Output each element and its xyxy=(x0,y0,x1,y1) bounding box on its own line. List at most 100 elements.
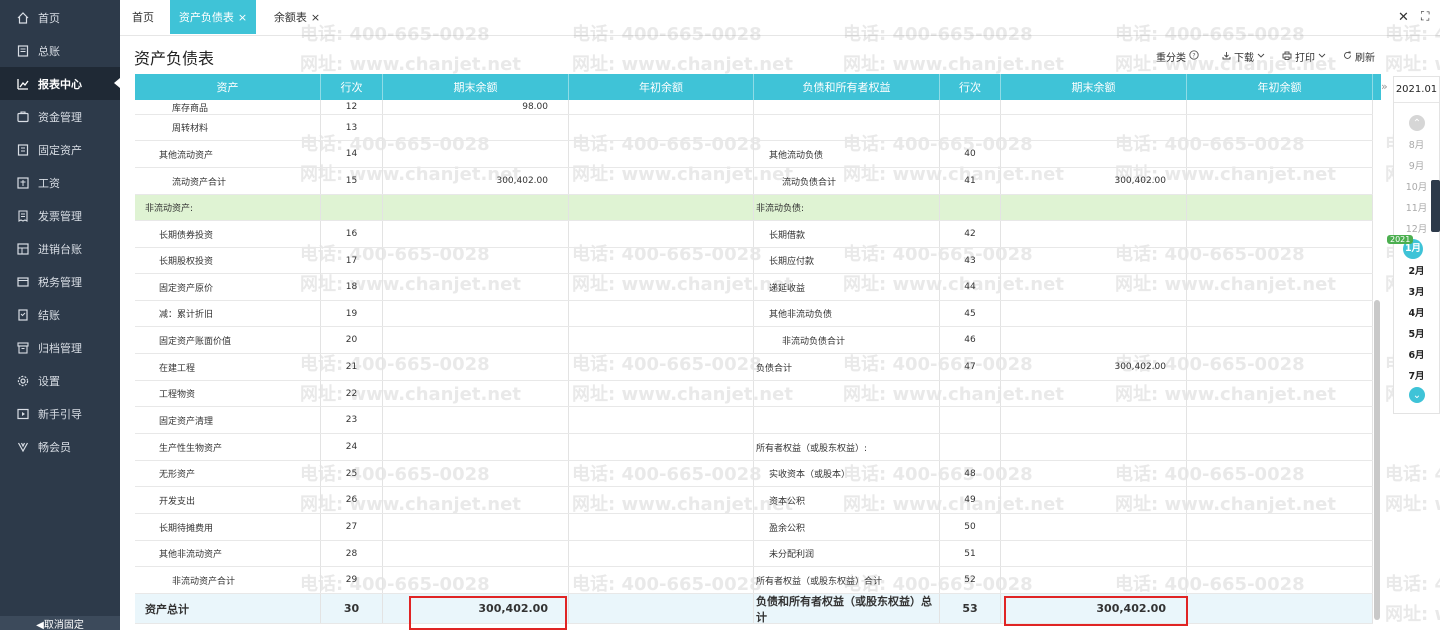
sidebar-item-label: 畅会员 xyxy=(38,440,71,454)
unpin-sidebar-button[interactable]: ◀取消固定 xyxy=(0,616,120,630)
table-cell xyxy=(1187,434,1373,460)
close-icon[interactable]: ✕ xyxy=(1398,10,1409,25)
month-item[interactable]: 3月 xyxy=(1394,284,1439,298)
sidebar-item[interactable]: 报表中心 xyxy=(0,67,120,100)
table-cell: 固定资产原价 xyxy=(135,274,321,300)
table-row[interactable]: 固定资产清理 23 xyxy=(135,407,1373,434)
table-row[interactable]: 长期股权投资 17 长期应付款 43 xyxy=(135,248,1373,274)
table-cell xyxy=(383,221,569,247)
table-cell xyxy=(1187,461,1373,486)
column-header[interactable]: 期末余额 xyxy=(1001,74,1187,100)
sidebar-item[interactable]: 资金管理 xyxy=(0,100,120,133)
table-row[interactable]: 开发支出 26 资本公积 49 xyxy=(135,487,1373,514)
table-row[interactable]: 固定资产原价 18 递延收益 44 xyxy=(135,274,1373,301)
table-row[interactable]: 减：累计折旧 19 其他非流动负债 45 xyxy=(135,301,1373,327)
column-header[interactable]: 行次 xyxy=(321,74,383,100)
table-row[interactable]: 在建工程 21 负债合计 47 300,402.00 xyxy=(135,354,1373,381)
table-cell: 300,402.00 xyxy=(1001,354,1187,380)
column-header[interactable]: 年初余额 xyxy=(569,74,754,100)
tab-home[interactable]: 首页 xyxy=(120,0,166,34)
vertical-scrollbar[interactable] xyxy=(1374,300,1380,620)
table-row[interactable]: 非流动资产合计 29 所有者权益（或股东权益）合计 52 xyxy=(135,567,1373,594)
tab-label: 资产负债表 xyxy=(178,11,234,24)
table-cell xyxy=(1001,434,1187,460)
highlight-box xyxy=(409,596,567,630)
table-row[interactable]: 其他流动资产 14 其他流动负债 40 xyxy=(135,141,1373,168)
help-icon: ? xyxy=(1189,50,1199,63)
sidebar-item[interactable]: 设置 xyxy=(0,364,120,397)
month-item[interactable]: 5月 xyxy=(1394,326,1439,340)
print-button[interactable]: 打印 xyxy=(1282,49,1326,64)
table-cell: 48 xyxy=(940,461,1001,486)
sidebar-item[interactable]: 发票管理 xyxy=(0,199,120,232)
download-button[interactable]: 下载 xyxy=(1222,49,1265,64)
sidebar-item[interactable]: 税务管理 xyxy=(0,265,120,298)
table-row[interactable]: 固定资产账面价值 20 非流动负债合计 46 xyxy=(135,327,1373,354)
column-header[interactable]: 负债和所有者权益 xyxy=(754,74,940,100)
table-cell: 资产总计 xyxy=(135,594,321,623)
sidebar-item-label: 首页 xyxy=(38,11,60,25)
table-row[interactable]: 周转材料 13 xyxy=(135,115,1373,141)
watermark-text: 网址: www.chanjet.net xyxy=(1385,604,1440,625)
month-item[interactable]: 2月 xyxy=(1394,263,1439,277)
table-cell xyxy=(383,195,569,220)
table-cell xyxy=(383,567,569,593)
table-row[interactable]: 库存商品 12 98.00 xyxy=(135,100,1373,115)
sidebar-item[interactable]: 首页 xyxy=(0,1,120,34)
table-cell xyxy=(1187,541,1373,566)
table-row[interactable]: 长期债券投资 16 长期借款 42 xyxy=(135,221,1373,248)
table-cell xyxy=(569,248,754,273)
table-cell xyxy=(1001,487,1187,513)
month-item[interactable]: 9月 xyxy=(1394,158,1439,172)
sidebar-item[interactable]: 工资 xyxy=(0,166,120,199)
table-row[interactable]: 无形资产 25 实收资本（或股本） 48 xyxy=(135,461,1373,487)
column-header[interactable]: 期末余额 xyxy=(383,74,569,100)
sidebar-item[interactable]: 进销台账 xyxy=(0,232,120,265)
table-cell: 固定资产清理 xyxy=(135,407,321,433)
month-item[interactable]: 6月 xyxy=(1394,347,1439,361)
tab-trial-balance[interactable]: 余额表 × xyxy=(266,0,328,34)
table-cell xyxy=(321,195,383,220)
table-cell xyxy=(1187,354,1373,380)
scroll-up-icon[interactable]: ⌃ xyxy=(1409,115,1425,131)
column-header[interactable]: 年初余额 xyxy=(1187,74,1373,100)
table-cell xyxy=(569,567,754,593)
sidebar-item[interactable]: 新手引导 xyxy=(0,397,120,430)
sidebar-item[interactable]: 归档管理 xyxy=(0,331,120,364)
column-header[interactable]: 行次 xyxy=(940,74,1001,100)
table-row[interactable]: 工程物资 22 xyxy=(135,381,1373,407)
sidebar-item-label: 设置 xyxy=(38,374,60,388)
table-cell xyxy=(383,541,569,566)
side-handle[interactable] xyxy=(1431,180,1440,232)
table-row[interactable]: 其他非流动资产 28 未分配利润 51 xyxy=(135,541,1373,567)
sidebar-item-label: 报表中心 xyxy=(38,77,82,91)
month-item[interactable]: 4月 xyxy=(1394,305,1439,319)
tab-close-icon[interactable]: × xyxy=(311,11,320,24)
table-row[interactable]: 长期待摊费用 27 盈余公积 50 xyxy=(135,514,1373,541)
table-cell xyxy=(1001,195,1187,220)
tab-close-icon[interactable]: × xyxy=(238,11,247,24)
year-badge: 2021 xyxy=(1387,235,1414,244)
collapse-arrow-icon[interactable]: » xyxy=(1381,80,1388,93)
table-cell xyxy=(1001,248,1187,273)
table-row[interactable]: 生产性生物资产 24 所有者权益（或股东权益）: xyxy=(135,434,1373,461)
table-row[interactable]: 流动资产合计 15 300,402.00 流动负债合计 41 300,402.00 xyxy=(135,168,1373,195)
table-row[interactable]: 非流动资产: 非流动负债: xyxy=(135,195,1373,221)
sidebar-item[interactable]: 结账 xyxy=(0,298,120,331)
table-cell xyxy=(569,594,754,623)
refresh-button[interactable]: 刷新 xyxy=(1343,49,1375,64)
column-header[interactable]: 资产 xyxy=(135,74,321,100)
month-item[interactable]: 8月 xyxy=(1394,137,1439,151)
watermark-text: 网址: www.chanjet.net xyxy=(1385,494,1440,515)
period-year[interactable]: 2021.01 xyxy=(1394,77,1439,103)
tab-balance-sheet[interactable]: 资产负债表 × xyxy=(170,0,256,34)
sidebar-item[interactable]: 固定资产 xyxy=(0,133,120,166)
scroll-down-icon[interactable]: ⌄ xyxy=(1409,387,1425,403)
table-cell: 47 xyxy=(940,354,1001,380)
table-cell: 长期应付款 xyxy=(754,248,940,273)
maximize-icon[interactable]: ⛶ xyxy=(1421,9,1429,24)
sidebar-item[interactable]: 总账 xyxy=(0,34,120,67)
sidebar-item[interactable]: 畅会员 xyxy=(0,430,120,463)
month-item[interactable]: 7月 xyxy=(1394,368,1439,382)
reclassify-button[interactable]: 重分类 ? xyxy=(1156,49,1199,64)
